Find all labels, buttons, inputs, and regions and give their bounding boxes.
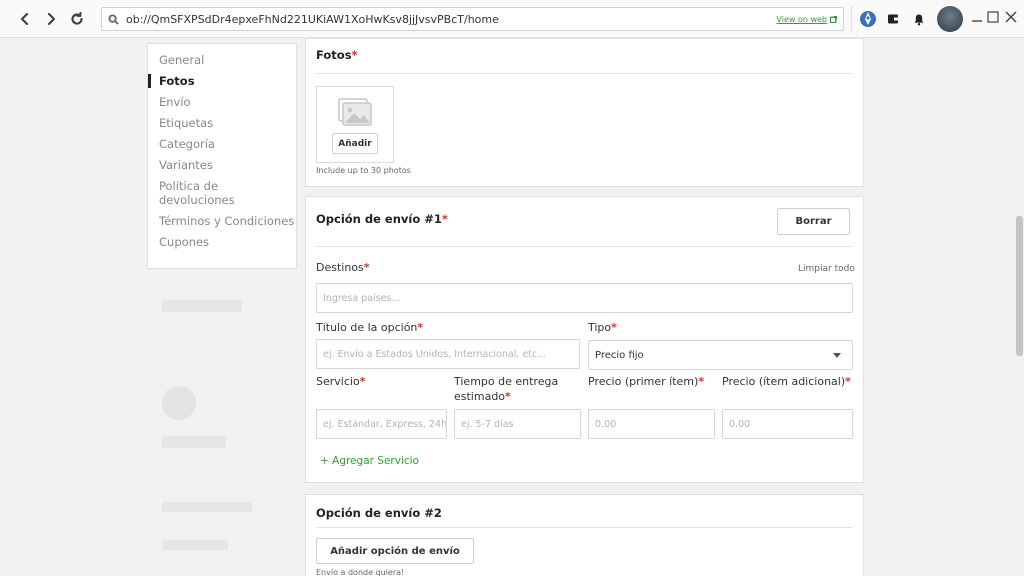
sidebar-item-terminos[interactable]: Términos y Condiciones (148, 214, 296, 228)
service-label-text: Servicio (316, 375, 360, 388)
delivery-time-label: Tiempo de entrega estimado* (454, 375, 559, 403)
delivery-time-input[interactable] (454, 409, 581, 439)
sidebar-item-categoria[interactable]: Categoría (148, 137, 296, 151)
type-label: Tipo* (588, 321, 617, 334)
rocket-icon (860, 11, 876, 27)
photo-upload-tile[interactable]: Añadir (316, 86, 394, 163)
sidebar-item-etiquetas[interactable]: Etiquetas (148, 116, 296, 130)
price-first-item-input[interactable] (588, 409, 715, 439)
sidebar-item-variantes[interactable]: Variantes (148, 158, 296, 172)
option-title-input[interactable] (316, 339, 580, 369)
shipping-option-1-title: Opción de envío #1* (316, 212, 448, 226)
delivery-time-label-line1: Tiempo de entrega (454, 375, 559, 388)
wallet-icon (888, 14, 898, 24)
shipping-option-2-title: Opción de envío #2 (316, 506, 442, 520)
delivery-time-label-line2: estimado (454, 390, 506, 403)
destinations-label: Destinos* (316, 261, 370, 274)
background-blur (162, 300, 242, 312)
minimize-icon[interactable] (970, 10, 984, 24)
view-on-web-label: View on web (776, 14, 827, 24)
chevron-left-icon (20, 12, 29, 26)
reload-icon (71, 12, 83, 25)
browser-toolbar: ob://QmSFXPSdDr4epxeFhNd221UKiAW1XoHwKsv… (0, 0, 1024, 38)
destinations-label-text: Destinos (316, 261, 364, 274)
notifications-button[interactable] (907, 6, 931, 32)
service-label: Servicio* (316, 375, 366, 388)
section-divider (316, 73, 853, 74)
add-shipping-option-button[interactable]: Añadir opción de envío (316, 538, 474, 564)
sidebar-item-cupones[interactable]: Cupones (148, 235, 296, 249)
extension-button[interactable] (856, 6, 880, 32)
caret-down-icon (833, 353, 841, 358)
view-on-web-link[interactable]: View on web (776, 15, 837, 24)
photos-card: Fotos* Añadir Include up to 30 photos (305, 38, 864, 187)
type-select[interactable]: Precio fijo (588, 340, 853, 370)
option-title-label-text: Título de la opción (316, 321, 418, 334)
required-marker: * (441, 212, 448, 226)
reload-button[interactable] (66, 8, 88, 30)
service-input[interactable] (316, 409, 447, 439)
photos-title: Fotos* (316, 48, 358, 62)
image-placeholder-icon (338, 98, 372, 126)
sidebar-item-politica[interactable]: Política de devoluciones (148, 179, 266, 207)
background-blur (162, 436, 226, 448)
shipping-option-2-hint: Envío a donde quiera! (316, 568, 405, 576)
address-bar[interactable]: ob://QmSFXPSdDr4epxeFhNd221UKiAW1XoHwKsv… (101, 7, 844, 31)
section-divider (316, 246, 853, 247)
price-additional-item-input[interactable] (722, 409, 853, 439)
clear-all-link[interactable]: Limpiar todo (798, 264, 855, 274)
price-additional-item-label: Precio (ítem adicional)* (722, 375, 851, 388)
close-icon[interactable] (1004, 10, 1018, 24)
price-additional-item-label-text: Precio (ítem adicional) (722, 375, 846, 388)
type-select-value: Precio fijo (595, 349, 644, 361)
sidebar-nav: General Fotos Envío Etiquetas Categoría … (147, 43, 297, 269)
shipping-option-1-card: Opción de envío #1* Borrar Destinos* Lim… (305, 196, 864, 483)
delete-button[interactable]: Borrar (777, 208, 850, 235)
sidebar-item-envio[interactable]: Envío (148, 95, 296, 109)
add-photo-button[interactable]: Añadir (332, 133, 378, 154)
background-blur (162, 540, 228, 550)
background-blur-avatar (162, 386, 196, 420)
price-first-item-label: Precio (primer ítem)* (588, 375, 705, 388)
url-text[interactable]: ob://QmSFXPSdDr4epxeFhNd221UKiAW1XoHwKsv… (126, 13, 776, 26)
scrollbar-thumb[interactable] (1016, 216, 1023, 356)
shipping-option-2-card: Opción de envío #2 Añadir opción de enví… (305, 494, 864, 576)
sidebar-item-general[interactable]: General (148, 53, 296, 67)
sidebar-item-fotos[interactable]: Fotos (148, 74, 296, 88)
option-title-label: Título de la opción* (316, 321, 424, 334)
external-link-icon (830, 15, 837, 23)
wallet-button[interactable] (881, 6, 905, 32)
maximize-icon[interactable] (986, 10, 1000, 24)
type-label-text: Tipo (588, 321, 612, 334)
toolbar-divider (851, 6, 852, 32)
add-service-link[interactable]: + Agregar Servicio (320, 455, 419, 467)
forward-button[interactable] (40, 8, 62, 30)
search-icon (108, 13, 126, 25)
required-marker: * (351, 48, 358, 62)
background-blur (162, 502, 252, 512)
chevron-right-icon (47, 12, 56, 26)
photos-hint: Include up to 30 photos (316, 166, 411, 175)
shipping-option-1-title-text: Opción de envío #1 (316, 212, 442, 226)
section-divider (316, 527, 853, 528)
destinations-input[interactable] (316, 283, 853, 313)
bell-icon (914, 14, 924, 25)
user-avatar[interactable] (937, 6, 963, 32)
price-first-item-label-text: Precio (primer ítem) (588, 375, 699, 388)
back-button[interactable] (14, 8, 36, 30)
photos-title-text: Fotos (316, 48, 352, 62)
